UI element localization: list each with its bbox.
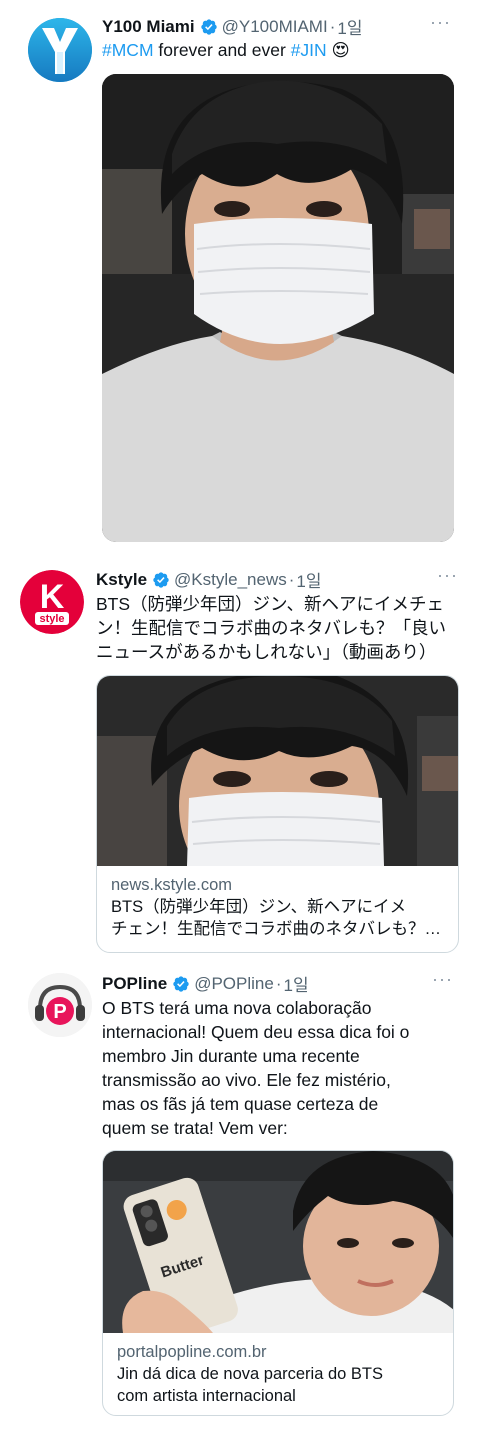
link-card[interactable]: Butter portalpopline.com.br Jin dá dica … xyxy=(102,1150,454,1416)
avatar-y100[interactable] xyxy=(28,18,92,82)
more-options-icon[interactable]: ··· xyxy=(432,969,453,990)
svg-text:K: K xyxy=(40,578,65,616)
author-name[interactable]: Kstyle xyxy=(96,570,147,590)
tweet-time[interactable]: 1일 xyxy=(337,14,362,39)
y100-logo-icon xyxy=(28,18,92,82)
author-handle[interactable]: @Kstyle_news xyxy=(174,570,287,590)
verified-badge-icon xyxy=(172,975,190,993)
tweet-time[interactable]: 1일 xyxy=(283,971,308,996)
card-image xyxy=(97,676,458,866)
verified-badge-icon xyxy=(200,18,218,36)
tweet-photo[interactable] xyxy=(102,74,454,542)
svg-text:style: style xyxy=(39,613,64,625)
popline-logo-icon: P xyxy=(28,973,92,1037)
hashtag-mcm[interactable]: #MCM xyxy=(102,40,154,60)
tweet-text: #MCM forever and ever #JIN 😍 xyxy=(102,40,350,60)
tweet-text: O BTS terá uma nova colaboração internac… xyxy=(102,998,410,1138)
hashtag-jin[interactable]: #JIN xyxy=(291,40,327,60)
tweet-popline[interactable]: P POPline @POPline · 1일 ··· O BTS terá u… xyxy=(0,955,483,1440)
author-handle[interactable]: @POPline xyxy=(194,974,274,994)
svg-text:P: P xyxy=(53,1001,66,1023)
tweet-kstyle[interactable]: K style Kstyle @Kstyle_news · 1일 ··· BTS… xyxy=(0,555,483,953)
tweet-text: BTS（防弾少年団）ジン、新ヘアにイメチェ ン！生配信でコラボ曲のネタバレも？「… xyxy=(96,594,446,662)
tweet-y100[interactable]: Y100 Miami @Y100MIAMI · 1일 ··· #MCM fore… xyxy=(0,0,483,555)
link-card[interactable]: news.kstyle.com BTS（防弾少年団）ジン、新ヘアにイメ チェン！… xyxy=(96,675,459,953)
card-title: Jin dá dica de nova parceria do BTS com … xyxy=(117,1365,383,1405)
author-handle[interactable]: @Y100MIAMI xyxy=(222,17,328,37)
kstyle-logo-icon: K style xyxy=(20,570,84,634)
avatar-popline[interactable]: P xyxy=(28,973,92,1037)
card-image: Butter xyxy=(103,1151,453,1333)
author-name[interactable]: POPline xyxy=(102,974,167,994)
verified-badge-icon xyxy=(152,571,170,589)
card-title: BTS（防弾少年団）ジン、新ヘアにイメ チェン！生配信でコラボ曲のネタバレも？… xyxy=(111,898,441,938)
more-options-icon[interactable]: ··· xyxy=(437,565,458,586)
card-domain: portalpopline.com.br xyxy=(117,1343,267,1361)
avatar-kstyle[interactable]: K style xyxy=(20,570,84,634)
more-options-icon[interactable]: ··· xyxy=(430,12,451,33)
tweet-time[interactable]: 1일 xyxy=(296,567,321,592)
card-domain: news.kstyle.com xyxy=(111,876,233,894)
author-name[interactable]: Y100 Miami xyxy=(102,17,195,37)
